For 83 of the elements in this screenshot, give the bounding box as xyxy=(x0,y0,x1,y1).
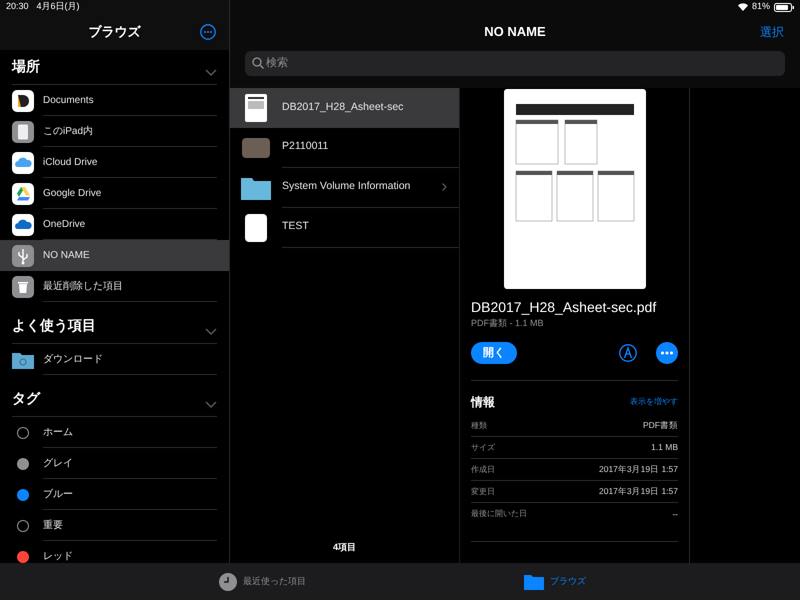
section-header: 場所 xyxy=(12,57,40,76)
chevron-right-icon xyxy=(442,183,447,191)
section-header: よく使う項目 xyxy=(12,316,96,335)
item-label: 最近削除した項目 xyxy=(43,280,123,294)
info-header: 情報 xyxy=(471,394,495,411)
item-label: ブルー xyxy=(43,488,73,502)
info-value: 1.1 MB xyxy=(651,441,678,454)
file-row[interactable]: TEST xyxy=(230,208,459,248)
info-value: 2017年3月19日 1:57 xyxy=(599,485,678,498)
file-name: System Volume Information xyxy=(282,179,410,194)
item-label: グレイ xyxy=(43,456,73,470)
file-row[interactable]: System Volume Information xyxy=(230,168,459,208)
tablet-icon xyxy=(12,120,34,142)
folder-title: NO NAME xyxy=(484,23,546,42)
chevron-icon[interactable] xyxy=(205,69,217,77)
sidebar-item[interactable]: Google Drive xyxy=(0,178,229,209)
item-label: iCloud Drive xyxy=(43,156,98,170)
cloud-icon xyxy=(12,152,34,174)
info-label: 最後に開いた日 xyxy=(471,508,527,520)
item-count: 4項目 xyxy=(332,541,356,554)
search-field[interactable]: 検索 xyxy=(245,50,785,76)
sidebar-item[interactable]: ダウンロード xyxy=(0,344,229,375)
item-label: 重要 xyxy=(43,518,63,532)
item-label: レッド xyxy=(43,550,73,563)
sidebar-item[interactable]: 重要 xyxy=(0,510,229,541)
usb-icon xyxy=(12,244,34,266)
sidebar-item[interactable]: iCloud Drive xyxy=(0,147,229,178)
section-header: タグ xyxy=(12,389,40,408)
documents-app-icon xyxy=(12,90,34,112)
item-label: このiPad内 xyxy=(43,124,94,138)
file-row[interactable]: P2110011 xyxy=(230,128,459,168)
blank-document-icon xyxy=(245,214,267,242)
sidebar-item[interactable]: グレイ xyxy=(0,448,229,479)
chevron-icon[interactable] xyxy=(205,401,217,409)
more-icon[interactable] xyxy=(656,342,678,364)
show-more-link[interactable]: 表示を増やす xyxy=(630,396,678,408)
item-label: ダウンロード xyxy=(43,352,103,366)
tab-bar-item[interactable]: 最近使った項目 xyxy=(219,572,306,590)
item-label: Documents xyxy=(43,94,94,108)
info-value: PDF書類 xyxy=(643,419,678,432)
select-button[interactable]: 選択 xyxy=(760,23,784,41)
file-row[interactable]: DB2017_H28_Asheet-sec xyxy=(230,88,459,128)
sidebar-item[interactable]: このiPad内 xyxy=(0,116,229,147)
sidebar-item[interactable]: ホーム xyxy=(0,417,229,448)
sidebar-item[interactable]: 最近削除した項目 xyxy=(0,271,229,302)
info-label: サイズ xyxy=(471,442,495,454)
file-subtitle: PDF書類 - 1.1 MB xyxy=(471,316,545,330)
sidebar-item[interactable]: NO NAME xyxy=(0,240,229,271)
chevron-icon[interactable] xyxy=(205,328,217,336)
file-name: TEST xyxy=(282,219,309,234)
sidebar-item[interactable]: Documents xyxy=(0,85,229,116)
info-value: -- xyxy=(672,508,678,520)
sidebar-title: ブラウズ xyxy=(88,23,140,42)
info-label: 種類 xyxy=(471,420,487,432)
file-name: DB2017_H28_Asheet-sec xyxy=(282,100,404,115)
info-label: 作成日 xyxy=(471,464,495,476)
info-label: 変更日 xyxy=(471,486,495,498)
battery-icon xyxy=(774,2,794,12)
search-icon xyxy=(252,56,264,68)
photo-placeholder xyxy=(242,138,270,158)
file-name: P2110011 xyxy=(282,139,328,154)
status-date: 4月6日(月) xyxy=(36,0,80,14)
triangle-logo-icon xyxy=(12,182,34,204)
clock-icon xyxy=(219,572,237,590)
info-value: 2017年3月19日 1:57 xyxy=(599,463,678,476)
item-label: ホーム xyxy=(43,426,73,440)
item-label: NO NAME xyxy=(43,249,90,263)
folder-icon xyxy=(12,350,34,368)
item-label: OneDrive xyxy=(43,218,86,232)
trash-icon xyxy=(12,276,34,298)
cloud-icon xyxy=(12,214,34,236)
tab-bar-item[interactable]: ブラウズ xyxy=(524,574,586,590)
folder-icon xyxy=(241,176,271,200)
sidebar-item[interactable]: ブルー xyxy=(0,479,229,510)
open-button[interactable]: 開く xyxy=(471,342,517,364)
battery-percent: 81% xyxy=(752,0,770,14)
markup-pen-icon[interactable] xyxy=(619,344,637,362)
status-time: 20:30 xyxy=(6,0,29,14)
document-thumbnail-icon xyxy=(245,94,267,122)
folder-icon xyxy=(524,574,544,590)
item-label: Google Drive xyxy=(43,186,102,200)
file-title: DB2017_H28_Asheet-sec.pdf xyxy=(471,298,658,316)
wifi-icon xyxy=(738,3,748,11)
